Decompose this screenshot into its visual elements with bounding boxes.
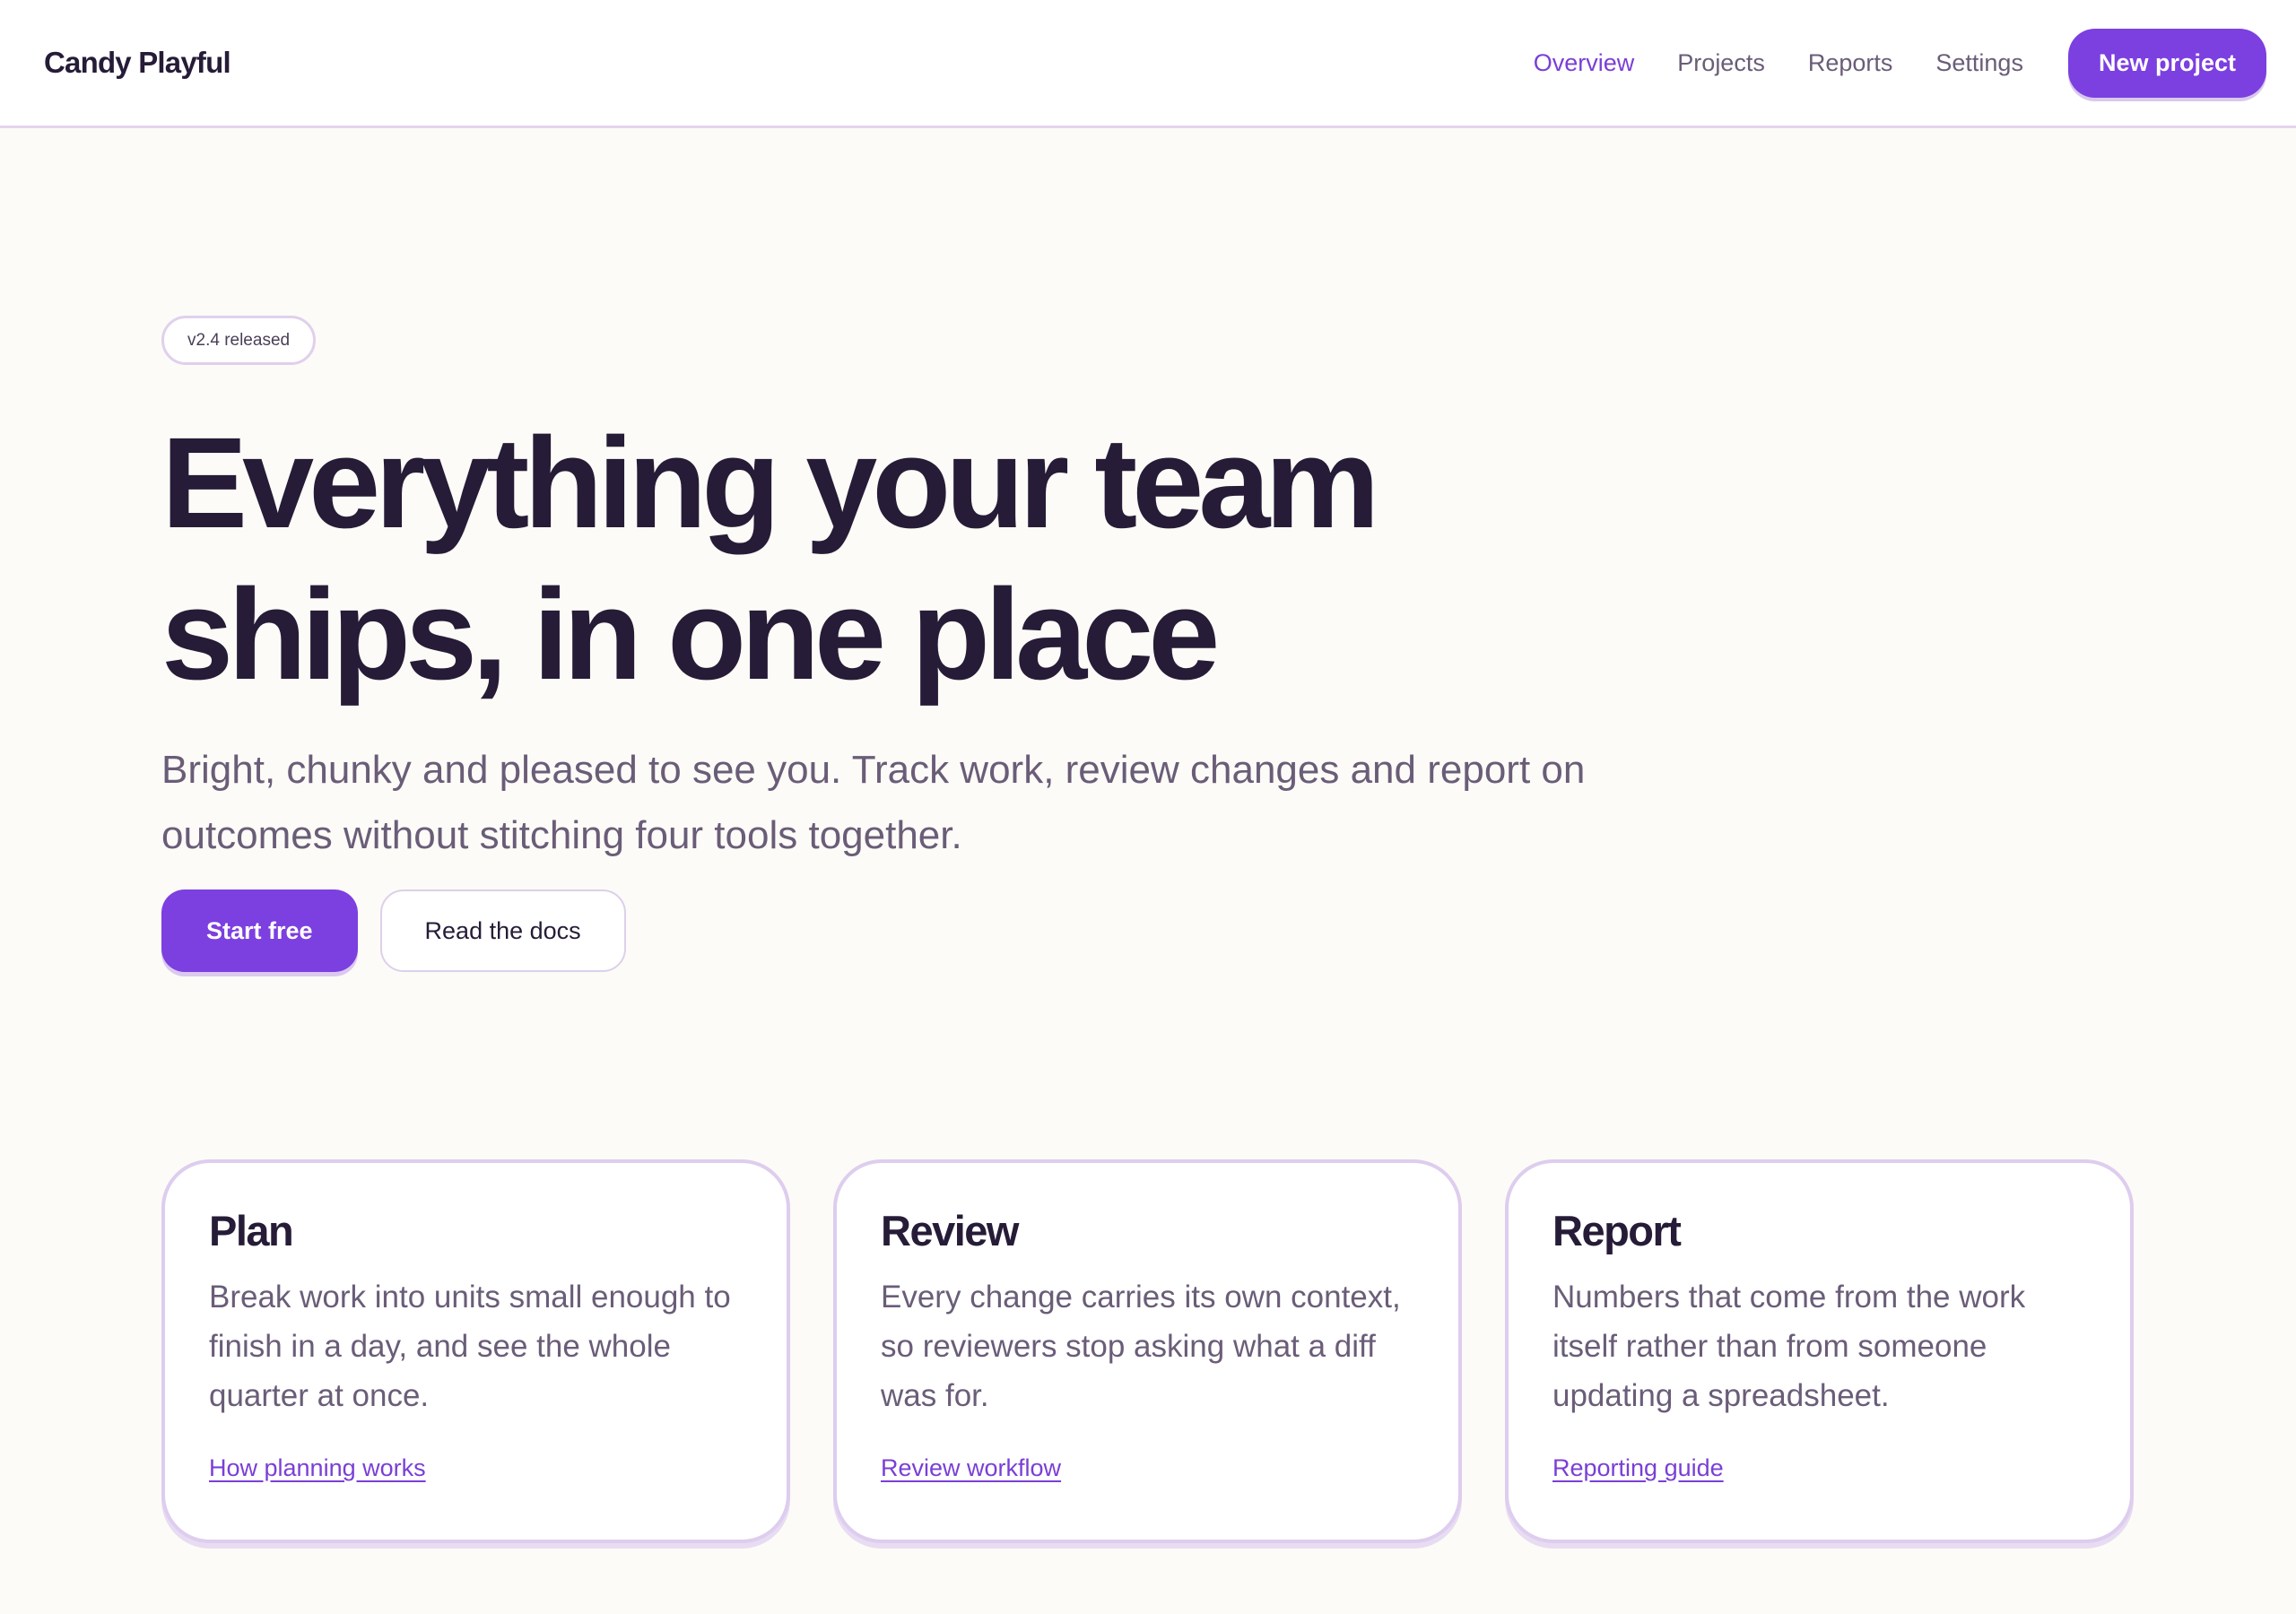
card-body: Numbers that come from the work itself r… — [1552, 1280, 2026, 1413]
hero-lede: Bright, chunky and pleased to see you. T… — [161, 748, 1586, 857]
feature-cards: Plan Break work into units small enough … — [161, 1159, 2134, 1543]
review-workflow-link[interactable]: Review workflow — [881, 1454, 1061, 1482]
nav-settings[interactable]: Settings — [1935, 49, 2023, 77]
new-project-button[interactable]: New project — [2067, 28, 2266, 98]
main-nav: Overview Projects Reports Settings New p… — [1491, 28, 2266, 98]
top-navigation-bar: Candy Playful Overview Projects Reports … — [0, 0, 2296, 128]
hero-section: v2.4 released Everything your team ships… — [161, 316, 1866, 972]
card-title: Review — [881, 1207, 1019, 1254]
nav-reports[interactable]: Reports — [1808, 49, 1893, 77]
hero-cta-row: Start free Read the docs — [161, 889, 1866, 972]
start-free-button[interactable]: Start free — [161, 889, 358, 972]
feature-card-report: Report Numbers that come from the work i… — [1505, 1159, 2134, 1543]
hero-headline: Everything your team ships, in one place — [161, 411, 1379, 707]
brand-logo[interactable]: Candy Playful — [44, 46, 231, 80]
release-badge: v2.4 released — [161, 316, 317, 365]
feature-card-plan: Plan Break work into units small enough … — [161, 1159, 790, 1543]
reporting-guide-link[interactable]: Reporting guide — [1552, 1454, 1724, 1482]
nav-overview[interactable]: Overview — [1534, 49, 1635, 77]
card-title: Report — [1552, 1207, 1682, 1254]
card-body: Break work into units small enough to fi… — [209, 1280, 731, 1413]
nav-projects[interactable]: Projects — [1677, 49, 1765, 77]
card-title: Plan — [209, 1207, 294, 1254]
feature-card-review: Review Every change carries its own cont… — [833, 1159, 1462, 1543]
how-planning-works-link[interactable]: How planning works — [209, 1454, 426, 1482]
read-docs-button[interactable]: Read the docs — [379, 889, 626, 972]
card-body: Every change carries its own context, so… — [881, 1280, 1401, 1413]
